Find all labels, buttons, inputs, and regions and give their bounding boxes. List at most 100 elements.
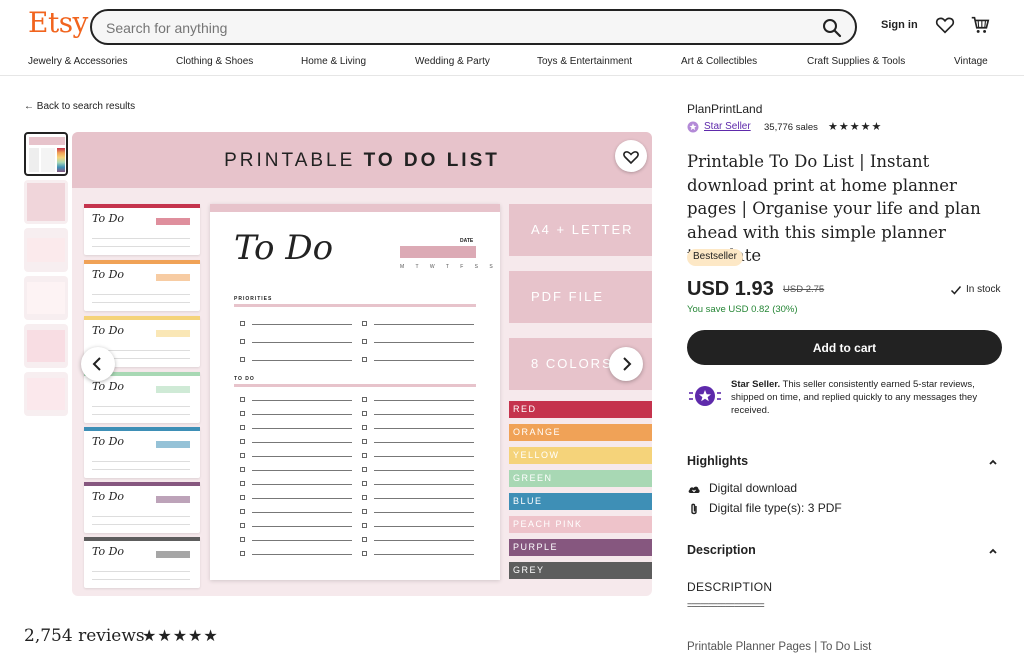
- star-seller-link[interactable]: Star Seller: [704, 121, 751, 132]
- checkbox-mark: [240, 397, 245, 402]
- sheet-line: [374, 484, 474, 485]
- sheet-line: [252, 400, 352, 401]
- search-input[interactable]: [106, 18, 796, 38]
- checkbox-mark: [362, 339, 367, 344]
- thumbnail-3[interactable]: [24, 228, 68, 272]
- stock-status: In stock: [966, 284, 1001, 295]
- checkbox-mark: [362, 551, 367, 556]
- nav-craft[interactable]: Craft Supplies & Tools: [807, 56, 905, 67]
- checkbox-mark: [362, 467, 367, 472]
- back-to-search-link[interactable]: ← Back to search results: [24, 101, 135, 112]
- sheet-line: [374, 342, 474, 343]
- shop-name-link[interactable]: PlanPrintLand: [687, 102, 762, 116]
- add-to-cart-button[interactable]: Add to cart: [687, 330, 1002, 365]
- checkbox-mark: [362, 453, 367, 458]
- search-icon[interactable]: [819, 15, 845, 41]
- nav-clothing[interactable]: Clothing & Shoes: [176, 56, 253, 67]
- checkbox-mark: [240, 509, 245, 514]
- star-seller-icon: [689, 386, 721, 406]
- shop-sales: 35,776 sales: [764, 122, 818, 133]
- sheet-line: [252, 554, 352, 555]
- sign-in-link[interactable]: Sign in: [881, 19, 918, 31]
- description-title: DESCRIPTION: [687, 580, 773, 594]
- sheet-line: [252, 498, 352, 499]
- checkbox-mark: [240, 411, 245, 416]
- checkbox-mark: [362, 509, 367, 514]
- checkbox-mark: [240, 481, 245, 486]
- favorite-heart-icon[interactable]: [615, 140, 647, 172]
- sheet-line: [252, 360, 352, 361]
- search-bar: [90, 9, 857, 45]
- sheet-line: [374, 360, 474, 361]
- checkbox-mark: [240, 453, 245, 458]
- sheet-line: [374, 428, 474, 429]
- checkbox-mark: [362, 425, 367, 430]
- color-band-peach-pink: PEACH PINK: [509, 516, 652, 533]
- color-band-grey: GREY: [509, 562, 652, 579]
- nav-toys[interactable]: Toys & Entertainment: [537, 56, 632, 67]
- previous-image-chevron-left-icon[interactable]: [81, 347, 115, 381]
- thumbnail-1[interactable]: [24, 132, 68, 176]
- nav-vintage[interactable]: Vintage: [954, 56, 988, 67]
- checkbox-mark: [362, 411, 367, 416]
- sheet-line: [374, 456, 474, 457]
- checkbox-mark: [362, 523, 367, 528]
- sheet-line: [374, 414, 474, 415]
- sheet-line: [252, 484, 352, 485]
- sheet-priorities-label: PRIORITIES: [234, 296, 273, 302]
- description-heading[interactable]: Description: [687, 543, 756, 557]
- checkmark-icon: [950, 286, 962, 295]
- color-band-blue: BLUE: [509, 493, 652, 510]
- feature-a4-letter: A4 + LETTER: [509, 204, 652, 256]
- checkbox-mark: [362, 397, 367, 402]
- nav-jewelry[interactable]: Jewelry & Accessories: [28, 56, 127, 67]
- nav-wedding[interactable]: Wedding & Party: [415, 56, 490, 67]
- star-seller-description: Star Seller. This seller consistently ea…: [731, 379, 978, 416]
- favorites-heart-icon[interactable]: [934, 14, 956, 36]
- highlight-digital-download: Digital download: [709, 481, 798, 495]
- description-rule: ==================: [687, 600, 765, 610]
- description-first-line: Printable Planner Pages | To Do List: [687, 641, 872, 653]
- highlight-file-types: Digital file type(s): 3 PDF: [709, 501, 842, 515]
- sheet-line: [374, 498, 474, 499]
- sheet-days: M T W T F S S: [400, 264, 498, 270]
- checkbox-mark: [240, 439, 245, 444]
- nav-home[interactable]: Home & Living: [301, 56, 366, 67]
- highlights-heading[interactable]: Highlights: [687, 454, 748, 468]
- checkbox-mark: [240, 495, 245, 500]
- bestseller-badge: Bestseller: [687, 249, 743, 266]
- checkbox-mark: [362, 481, 367, 486]
- mini-planner-red: To Do: [84, 204, 200, 255]
- shop-rating-stars[interactable]: ★★★★★: [828, 120, 882, 133]
- thumbnail-4[interactable]: [24, 276, 68, 320]
- sheet-line: [374, 512, 474, 513]
- checkbox-mark: [362, 321, 367, 326]
- checkbox-mark: [362, 357, 367, 362]
- sheet-line: [252, 512, 352, 513]
- cart-icon[interactable]: [969, 14, 991, 36]
- thumbnail-6[interactable]: [24, 372, 68, 416]
- thumbnail-2[interactable]: [24, 180, 68, 224]
- next-image-chevron-right-icon[interactable]: [609, 347, 643, 381]
- listing-price: USD 1.93: [687, 278, 774, 300]
- color-band-purple: PURPLE: [509, 539, 652, 556]
- sheet-line: [374, 470, 474, 471]
- checkbox-mark: [362, 537, 367, 542]
- thumbnail-5[interactable]: [24, 324, 68, 368]
- nav-art[interactable]: Art & Collectibles: [681, 56, 757, 67]
- chevron-up-icon[interactable]: [986, 544, 1000, 558]
- color-band-red: RED: [509, 401, 652, 418]
- banner-title: PRINTABLE TO DO LIST: [224, 150, 500, 171]
- checkbox-mark: [240, 523, 245, 528]
- savings-text: You save USD 0.82 (30%): [687, 304, 798, 315]
- chevron-up-icon[interactable]: [986, 455, 1000, 469]
- mini-planner-purple: To Do: [84, 482, 200, 533]
- planner-sheet-preview: To Do DATE M T W T F S S PRIORITIES TO D…: [210, 204, 500, 580]
- sheet-line: [252, 456, 352, 457]
- checkbox-mark: [240, 321, 245, 326]
- etsy-logo[interactable]: Etsy: [28, 6, 88, 39]
- paperclip-icon: [691, 503, 697, 515]
- checkbox-mark: [240, 339, 245, 344]
- sheet-line: [374, 324, 474, 325]
- star-seller-badge-icon: [687, 121, 699, 133]
